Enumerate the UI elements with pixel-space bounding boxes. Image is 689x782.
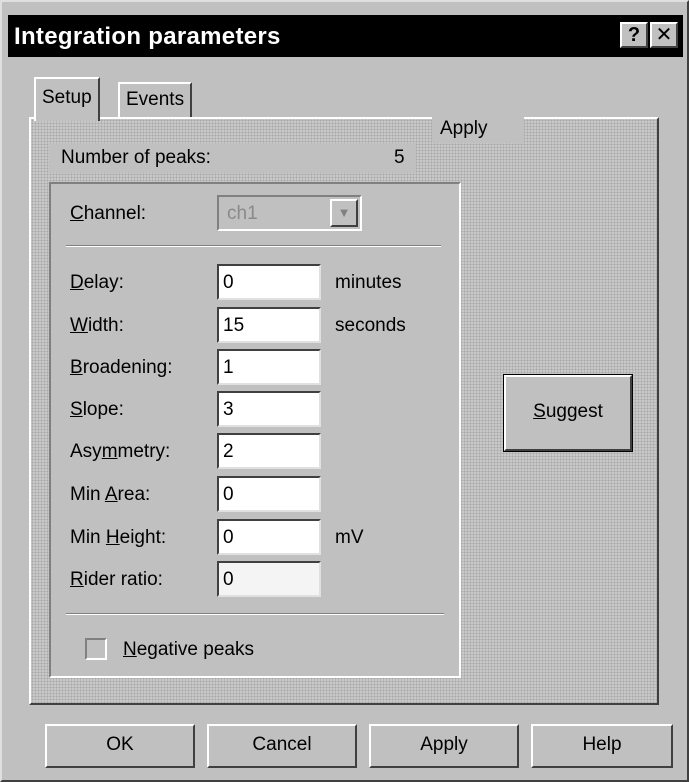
number-of-peaks-label: Number of peaks:: [61, 147, 211, 168]
min-area-input[interactable]: 0: [217, 476, 321, 512]
width-unit: seconds: [335, 315, 406, 336]
asymmetry-label: Asymmetry:: [70, 441, 170, 463]
dialog-window: Integration parameters ? ✕ Setup Events …: [0, 0, 689, 782]
rider-ratio-label: Rider ratio:: [70, 569, 163, 591]
separator-top: [66, 245, 441, 247]
asymmetry-label-rest: metry:: [117, 441, 171, 462]
min-height-label: Min Height:: [70, 527, 166, 549]
chevron-down-icon[interactable]: ▼: [330, 199, 358, 227]
channel-dropdown-value: ch1: [227, 203, 258, 224]
delay-unit: minutes: [335, 272, 402, 293]
window-title: Integration parameters: [14, 23, 281, 50]
suggest-button-mnemonic: S: [533, 401, 546, 422]
negative-peaks-checkbox[interactable]: [85, 638, 107, 660]
cancel-button[interactable]: Cancel: [207, 724, 357, 768]
slope-label-mnemonic: S: [70, 399, 83, 420]
negative-peaks-mnemonic: N: [123, 639, 137, 660]
broadening-label-rest: roadening:: [82, 357, 173, 378]
tab-setup[interactable]: Setup: [34, 77, 100, 121]
delay-label: Delay:: [70, 272, 124, 294]
parameters-group: [49, 182, 461, 678]
slope-label-rest: lope:: [82, 399, 124, 420]
negative-peaks-label-rest: egative peaks: [136, 639, 254, 660]
help-icon[interactable]: ?: [620, 22, 648, 48]
help-button[interactable]: Help: [531, 724, 673, 768]
asymmetry-label-mnemonic: m: [101, 441, 118, 462]
negative-peaks-label[interactable]: Negative peaks: [123, 639, 254, 661]
min-height-label-rest: eight:: [119, 527, 167, 548]
width-label-mnemonic: W: [70, 315, 88, 336]
min-area-label-mnemonic: A: [104, 484, 118, 505]
min-height-label-mnemonic: H: [105, 527, 120, 548]
delay-label-mnemonic: D: [70, 272, 84, 293]
width-label-rest: idth:: [87, 315, 124, 336]
min-area-label: Min Area:: [70, 484, 150, 506]
number-of-peaks-value: 5: [394, 147, 405, 168]
tab-setup-label: Setup: [42, 87, 92, 108]
channel-dropdown[interactable]: ch1 ▼: [217, 195, 362, 231]
min-area-label-rest: rea:: [117, 484, 151, 505]
suggest-button[interactable]: Suggest: [503, 374, 633, 452]
min-height-input[interactable]: 0: [217, 519, 321, 555]
tab-events[interactable]: Events: [118, 82, 193, 118]
broadening-input[interactable]: 1: [217, 349, 321, 385]
apply-button[interactable]: Apply: [369, 724, 519, 768]
close-icon[interactable]: ✕: [650, 22, 678, 48]
broadening-label-mnemonic: B: [70, 357, 83, 378]
channel-label: Channel:: [70, 203, 146, 225]
rider-ratio-label-rest: ider ratio:: [83, 569, 163, 590]
delay-label-rest: elay:: [83, 272, 124, 293]
slope-label: Slope:: [70, 399, 124, 421]
ok-button[interactable]: OK: [45, 724, 195, 768]
asymmetry-input[interactable]: 2: [217, 433, 321, 469]
rider-ratio-label-mnemonic: R: [70, 569, 84, 590]
width-label: Width:: [70, 315, 124, 337]
broadening-label: Broadening:: [70, 357, 172, 379]
rider-ratio-input[interactable]: 0: [217, 561, 321, 597]
min-area-label-pre: Min: [70, 484, 105, 505]
channel-label-mnemonic: C: [70, 203, 84, 224]
tab-events-label: Events: [126, 89, 185, 110]
delay-input[interactable]: 0: [217, 264, 321, 300]
suggest-button-label: uggest: [545, 401, 603, 422]
slope-input[interactable]: 3: [217, 391, 321, 427]
asymmetry-label-pre: Asy: [70, 441, 102, 462]
min-height-label-pre: Min: [70, 527, 106, 548]
separator-bottom: [66, 613, 444, 615]
min-height-unit: mV: [335, 527, 364, 548]
apply-header-label: Apply: [440, 118, 488, 139]
title-bar[interactable]: Integration parameters ? ✕: [8, 15, 683, 57]
channel-label-rest: hannel:: [83, 203, 147, 224]
width-input[interactable]: 15: [217, 307, 321, 343]
